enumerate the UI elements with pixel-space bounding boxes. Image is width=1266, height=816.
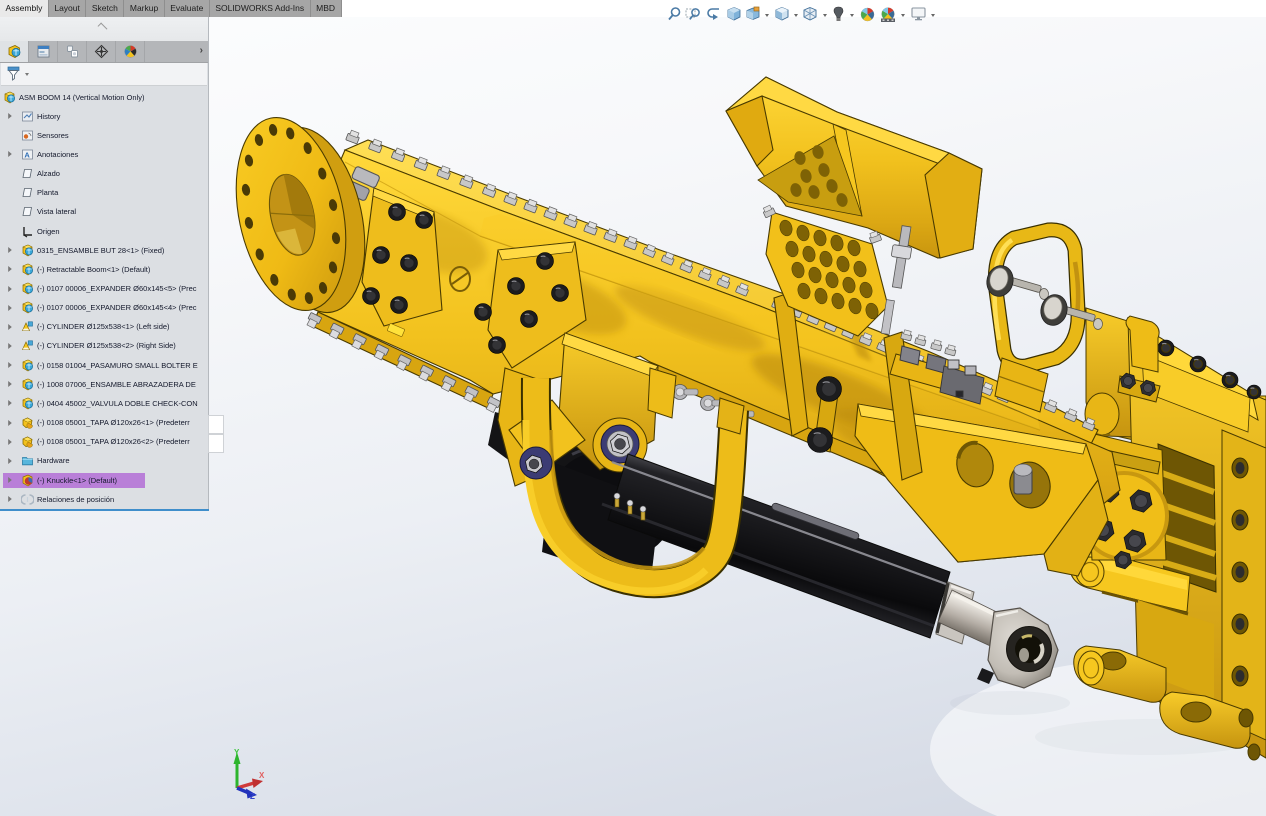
svg-text:Z: Z [250,792,255,801]
svg-text:X: X [259,771,265,780]
svg-text:Y: Y [234,748,240,757]
svg-text:A: A [24,150,30,159]
